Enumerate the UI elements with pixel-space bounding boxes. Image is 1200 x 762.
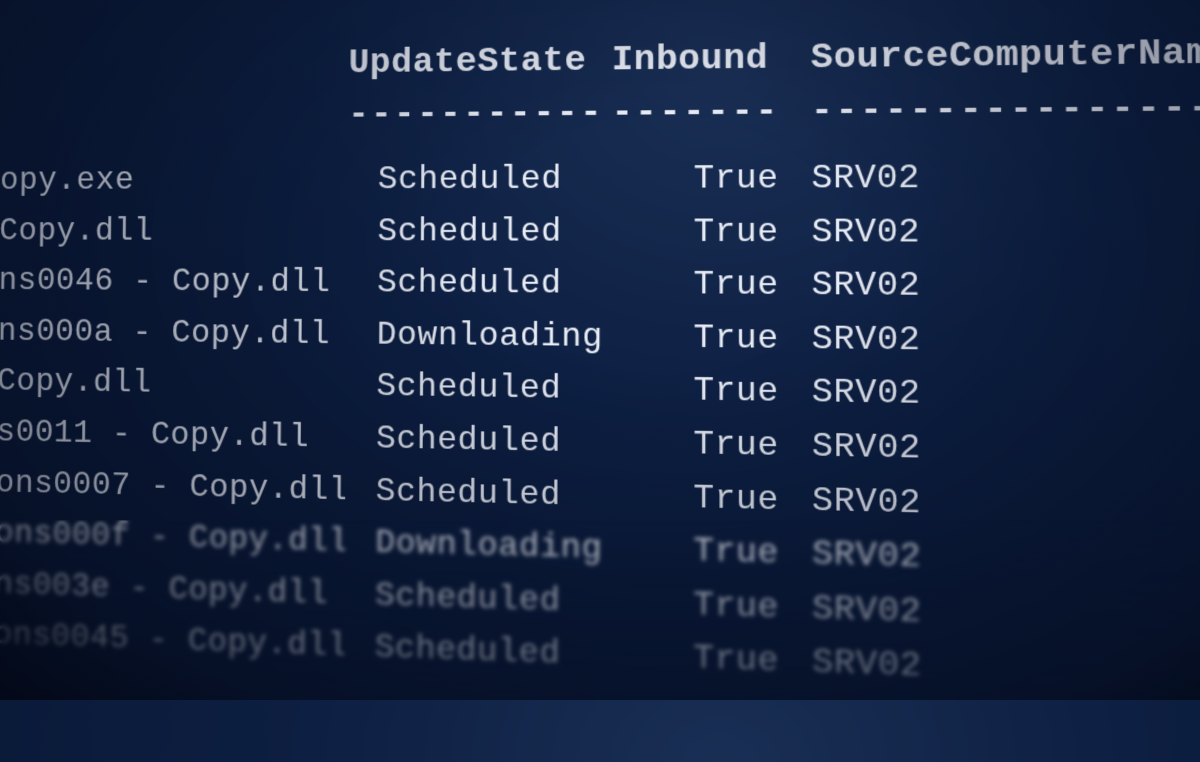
cell-filename: Copy.dll [0,205,347,257]
header-inbound: Inbound [611,38,810,81]
cell-update-state: Scheduled [345,412,611,469]
cell-filename: Copy.dll [0,356,346,412]
cell-filename: opy.exe [0,154,347,206]
cell-filename: ons0007 - Copy.dll [0,457,345,516]
table-row: opy.exeScheduledTrueSRV02 [0,150,1200,206]
header-source-computer: SourceComputerName [811,32,1200,79]
cell-filename: ns000a - Copy.dll [0,306,346,360]
cell-inbound: True [610,469,812,527]
cell-source-computer: SRV02 [812,366,1200,427]
cell-inbound: True [611,364,812,420]
cell-inbound: True [610,576,812,636]
header-spacer [1,44,348,87]
cell-update-state: Scheduled [344,568,610,629]
cell-inbound: True [611,311,812,366]
cell-inbound: True [611,416,812,473]
cell-update-state: Scheduled [344,621,611,683]
cell-source-computer: SRV02 [812,312,1200,371]
cell-source-computer: SRV02 [812,636,1200,707]
cell-update-state: Scheduled [345,464,611,522]
cell-update-state: Scheduled [346,360,611,416]
table-divider-row: ----------- ------- ------------------ [1,88,1200,138]
divider-spacer [1,96,349,137]
table-body: opy.exeScheduledTrueSRV02Copy.dllSchedul… [0,150,1200,707]
cell-filename: ns0046 - Copy.dll [0,256,347,309]
cell-update-state: Downloading [346,309,611,364]
cell-inbound: True [610,629,812,690]
divider-state: ----------- [348,94,611,136]
cell-inbound: True [611,152,811,205]
cell-update-state: Scheduled [346,257,611,311]
cell-inbound: True [611,258,812,312]
cell-inbound: True [610,523,812,582]
table-row: Copy.dllScheduledTrueSRV02 [0,205,1200,260]
cell-filename: s0011 - Copy.dll [0,407,346,465]
cell-source-computer: SRV02 [811,150,1200,205]
cell-update-state: Scheduled [347,153,611,206]
header-update-state: UpdateState [348,41,611,84]
cell-update-state: Downloading [344,516,610,576]
cell-source-computer: SRV02 [811,205,1200,260]
divider-source: ------------------ [811,88,1200,133]
cell-filename: ons0045 - Copy.dll [0,609,344,673]
cell-source-computer: SRV02 [812,420,1200,483]
table-header-row: UpdateState Inbound SourceComputerName [1,32,1200,87]
cell-update-state: Scheduled [347,205,612,258]
cell-source-computer: SRV02 [812,259,1200,316]
terminal-output: UpdateState Inbound SourceComputerName -… [0,0,1200,762]
cell-inbound: True [611,205,812,258]
divider-inbound: ------- [611,92,810,134]
